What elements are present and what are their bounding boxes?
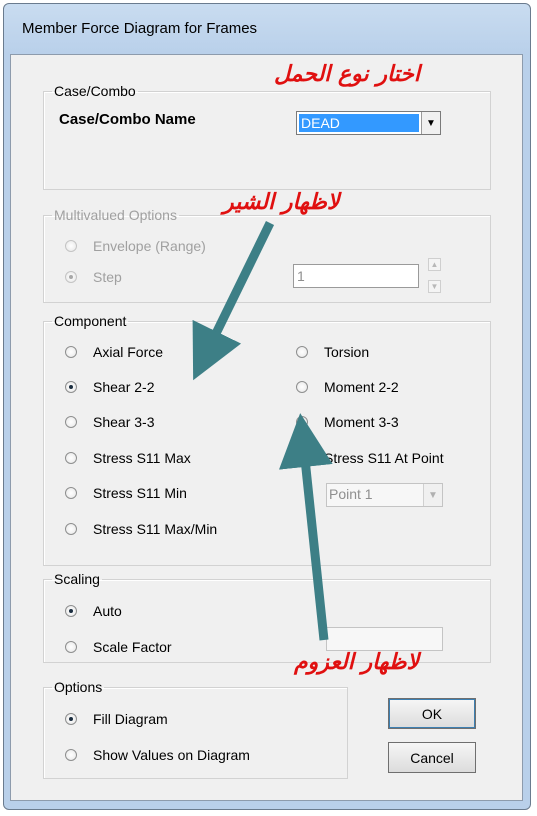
radio-stress-s11-at-point-label: Stress S11 At Point [324,450,444,466]
radio-scale-factor[interactable]: Scale Factor [65,636,172,658]
dialog-title: Member Force Diagram for Frames [22,20,258,37]
radio-moment-3-3-label: Moment 3-3 [324,414,399,430]
radio-stress-s11-min-label: Stress S11 Min [93,485,187,501]
case-combo-value: DEAD [299,114,419,132]
radio-auto-label: Auto [93,603,122,619]
case-combo-group: Case/Combo [43,83,491,190]
radio-shear-2-2-label: Shear 2-2 [93,379,155,395]
radio-icon [296,346,308,358]
point-select-value: Point 1 [329,486,373,502]
options-legend: Options [54,679,103,695]
spin-up-icon[interactable]: ▲ [428,258,441,271]
radio-show-values[interactable]: Show Values on Diagram [65,744,250,766]
radio-icon [65,641,77,653]
ok-button[interactable]: OK [388,698,476,729]
radio-envelope-label: Envelope (Range) [93,238,206,254]
annotation-load-type: اختار نوع الحمل [274,62,421,87]
scale-factor-input[interactable] [326,627,443,651]
radio-icon [296,381,308,393]
radio-step-label: Step [93,269,122,285]
radio-icon [65,749,77,761]
radio-shear-3-3[interactable]: Shear 3-3 [65,411,154,433]
radio-shear-3-3-label: Shear 3-3 [93,414,155,430]
spin-down-icon[interactable]: ▼ [428,280,441,293]
radio-icon [65,416,77,428]
dialog-body: Case/Combo Case/Combo Name DEAD ▼ Multiv… [10,54,523,801]
radio-icon [65,713,77,725]
chevron-down-icon[interactable]: ▼ [421,112,440,134]
annotation-show-moments: لاظهار العزوم [294,650,419,675]
scaling-legend: Scaling [54,571,100,587]
cancel-button[interactable]: Cancel [388,742,476,773]
radio-icon [65,381,77,393]
radio-torsion-label: Torsion [324,344,370,360]
case-combo-label: Case/Combo Name [59,111,196,128]
radio-icon [65,240,77,252]
radio-icon [65,605,77,617]
radio-icon [65,346,77,358]
radio-icon [65,271,77,283]
radio-step[interactable]: Step [65,266,122,288]
radio-stress-s11-max-min-label: Stress S11 Max/Min [93,521,218,537]
multivalued-legend: Multivalued Options [54,207,177,223]
radio-stress-s11-max-label: Stress S11 Max [93,450,191,466]
radio-axial-force-label: Axial Force [93,344,164,360]
component-legend: Component [54,313,127,329]
radio-stress-s11-min[interactable]: Stress S11 Min [65,482,187,504]
radio-icon [65,523,77,535]
case-combo-legend: Case/Combo [54,83,136,99]
radio-moment-3-3[interactable]: Moment 3-3 [296,411,399,433]
radio-fill-diagram[interactable]: Fill Diagram [65,708,168,730]
radio-moment-2-2[interactable]: Moment 2-2 [296,376,399,398]
radio-stress-s11-max[interactable]: Stress S11 Max [65,447,191,469]
radio-axial-force[interactable]: Axial Force [65,341,163,363]
radio-icon [65,452,77,464]
radio-fill-diagram-label: Fill Diagram [93,711,168,727]
radio-icon [65,487,77,499]
dialog-window: Member Force Diagram for Frames Case/Com… [3,3,531,810]
case-combo-select[interactable]: DEAD ▼ [296,111,441,135]
radio-icon [296,416,308,428]
annotation-show-shear: لاظهار الشير [223,190,340,215]
radio-shear-2-2[interactable]: Shear 2-2 [65,376,154,398]
point-select[interactable]: Point 1 ▼ [326,483,443,507]
step-input[interactable]: 1 [293,264,419,288]
radio-envelope[interactable]: Envelope (Range) [65,235,206,257]
radio-moment-2-2-label: Moment 2-2 [324,379,399,395]
radio-stress-s11-at-point[interactable]: Stress S11 At Point [296,447,444,469]
radio-show-values-label: Show Values on Diagram [93,747,250,763]
radio-auto[interactable]: Auto [65,600,122,622]
radio-stress-s11-max-min[interactable]: Stress S11 Max/Min [65,518,217,540]
radio-icon [296,452,308,464]
radio-torsion[interactable]: Torsion [296,341,369,363]
chevron-down-icon[interactable]: ▼ [423,484,442,506]
radio-scale-factor-label: Scale Factor [93,639,172,655]
